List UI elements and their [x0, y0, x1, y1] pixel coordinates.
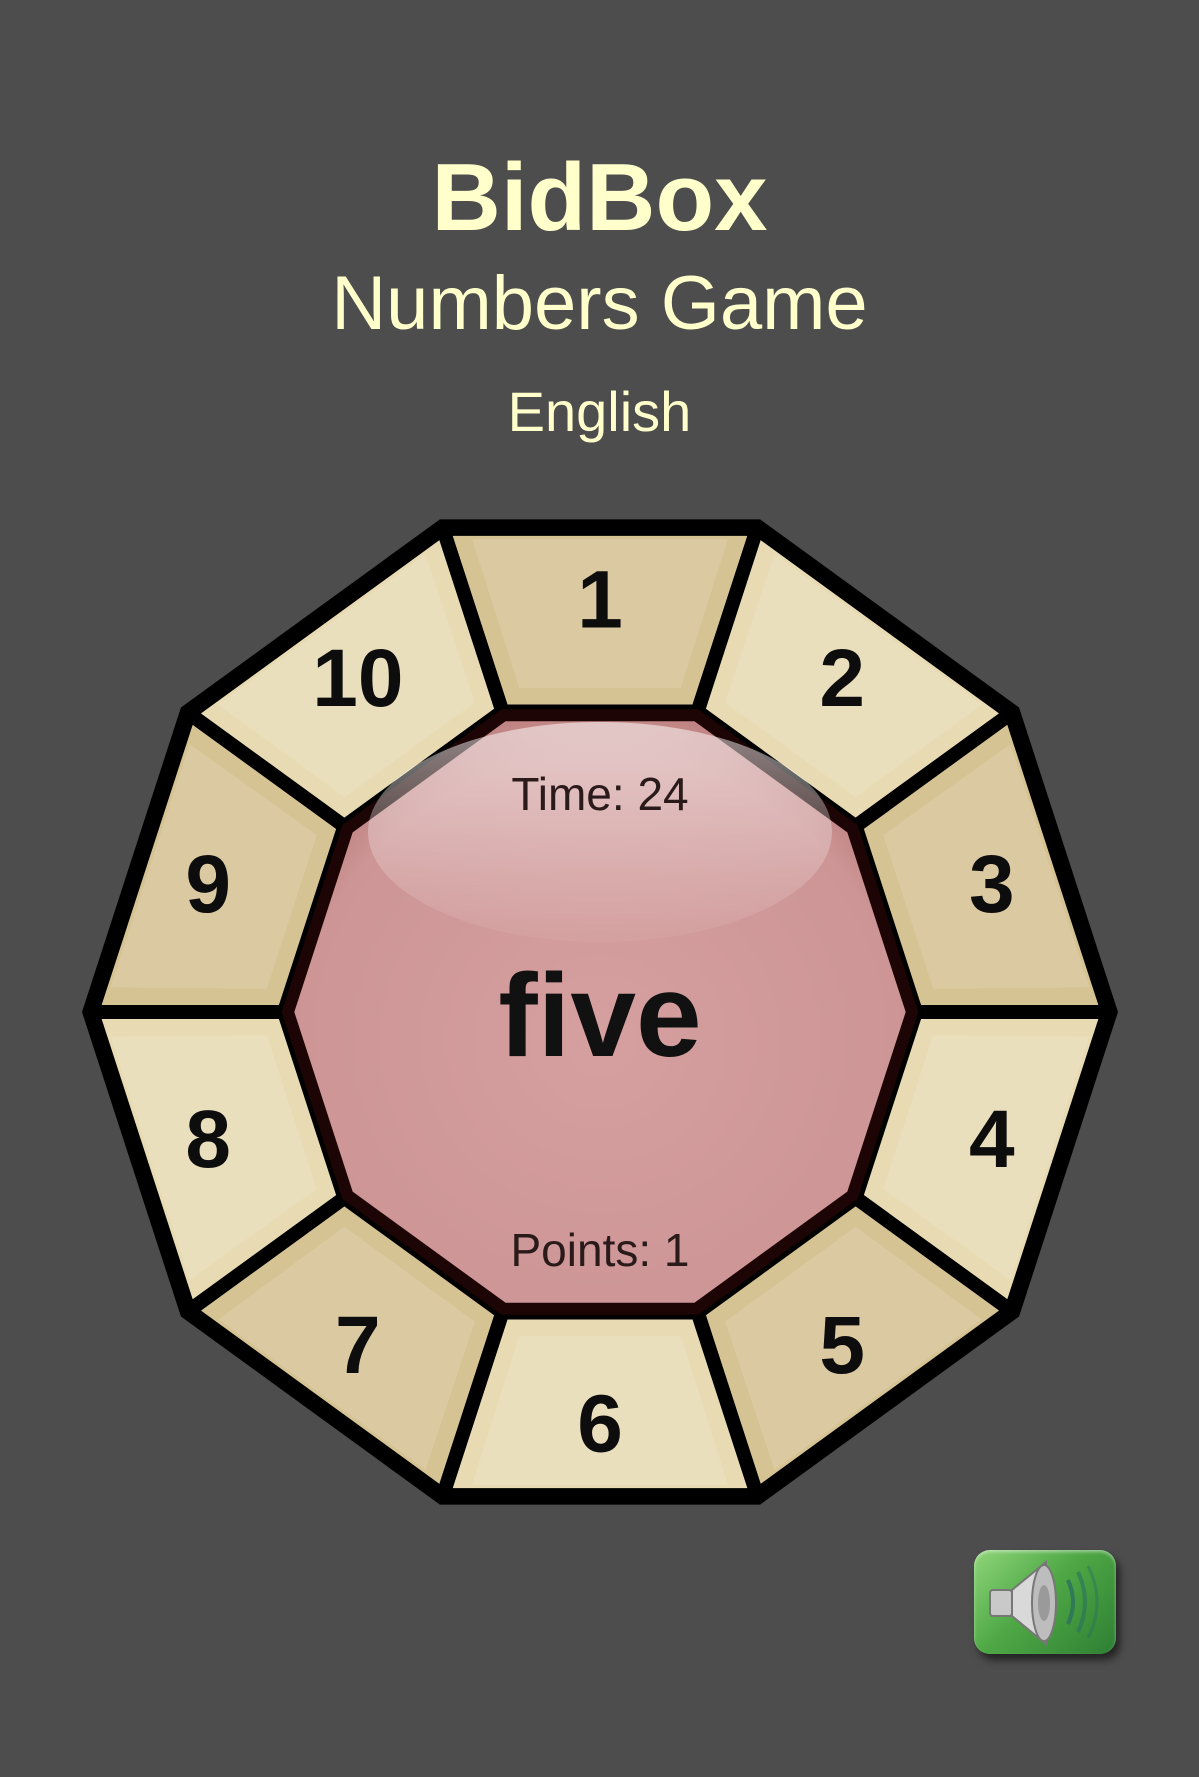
segment-number-label: 4	[969, 1094, 1015, 1185]
segment-number-label: 5	[819, 1300, 865, 1391]
segment-number-label: 1	[577, 555, 623, 646]
time-display: Time: 24	[511, 768, 688, 820]
segment-number-label: 8	[185, 1094, 231, 1185]
segment-number-label: 10	[312, 633, 403, 724]
segment-number-label: 6	[577, 1379, 623, 1470]
number-wheel: 1 2 3 4 5 6 7 8 9 10 Time: 24 five Points: 1	[82, 519, 1118, 1505]
sound-toggle-button[interactable]	[974, 1550, 1116, 1654]
speaker-icon	[989, 1559, 1099, 1647]
center-gloss	[368, 722, 832, 942]
segment-number-label: 2	[819, 633, 865, 724]
segment-number-label: 7	[335, 1300, 381, 1391]
segment-number-label: 3	[969, 839, 1015, 930]
segment-number-label: 9	[185, 839, 231, 930]
points-display: Points: 1	[511, 1224, 690, 1276]
target-word: five	[498, 950, 701, 1082]
